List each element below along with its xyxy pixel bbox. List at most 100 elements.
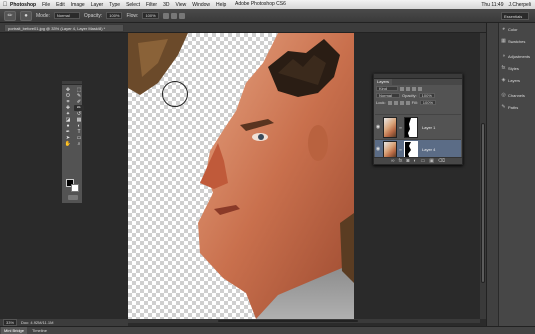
menu-layer[interactable]: Layer xyxy=(91,2,104,8)
document-canvas[interactable] xyxy=(128,33,354,319)
bottom-panel-tabs: Mini Bridge Timeline xyxy=(0,326,535,334)
horizontal-scrollbar[interactable] xyxy=(128,319,480,323)
menu-image[interactable]: Image xyxy=(71,2,85,8)
visibility-eye-icon[interactable]: ◉ xyxy=(375,124,381,130)
adjustments-icon: ◑ xyxy=(501,53,506,59)
portrait-image xyxy=(128,33,354,319)
mask-link-icon[interactable]: ∞ xyxy=(399,147,402,152)
zoom-field[interactable]: 33% xyxy=(3,319,18,326)
menu-view[interactable]: View xyxy=(176,2,187,8)
dock-icon-strip xyxy=(486,23,498,326)
lock-transparent-icon[interactable] xyxy=(387,100,392,105)
tab-mini-bridge[interactable]: Mini Bridge xyxy=(1,327,28,334)
filter-type-icon[interactable] xyxy=(412,86,416,91)
airbrush-icon[interactable] xyxy=(162,12,169,19)
dock-item-label: Paths xyxy=(508,104,519,110)
app-menu[interactable]: Photoshop xyxy=(10,2,36,8)
opacity-label: Opacity: xyxy=(402,93,417,98)
fx-icon[interactable]: fx xyxy=(399,158,403,164)
apple-icon[interactable]:  xyxy=(0,2,10,8)
menu-filter[interactable]: Filter xyxy=(146,2,157,8)
lock-image-icon[interactable] xyxy=(393,100,398,105)
pressure-icon[interactable] xyxy=(170,12,177,19)
layers-footer: ∞ fx ◙ ◐ ▭ ▣ ⌫ xyxy=(374,157,462,164)
layer-name[interactable]: Layer 1 xyxy=(422,125,435,130)
hand-icon[interactable]: ✋ xyxy=(63,141,73,147)
user-name[interactable]: J.Cherpeli xyxy=(508,2,531,8)
menu-file[interactable]: File xyxy=(42,2,50,8)
new-layer-icon[interactable]: ▣ xyxy=(429,158,434,164)
dock-item-label: Adjustments xyxy=(508,53,531,59)
document-tab[interactable]: portrait_before01.jpg @ 33% (Layer 4, La… xyxy=(4,24,124,32)
layer-mask-thumbnail[interactable] xyxy=(404,140,418,158)
mask-link-icon[interactable]: ∞ xyxy=(399,125,402,130)
flow-label: Flow: xyxy=(126,12,139,19)
filter-adjust-icon[interactable] xyxy=(406,86,410,91)
menu-select[interactable]: Select xyxy=(126,2,140,8)
layer-opacity-field[interactable]: 100% xyxy=(418,93,435,98)
dock-item-label: Channels xyxy=(508,92,525,98)
swatches-icon: ▦ xyxy=(501,38,506,44)
layer-filter-select[interactable]: Kind xyxy=(376,86,398,91)
toolbox: ✥ ⬚ ʘ ✎ ⌗ ✐ ✚ ✏ ✦ ↺ ◪ ▦ ● ◐ ✒ T ➤ ▭ ✋ ⌕ xyxy=(61,80,84,204)
options-bar: ✏ ● Mode: Normal Opacity: 100% Flow: 100… xyxy=(0,9,535,23)
layer-name[interactable]: Layer 4 xyxy=(422,147,435,152)
lock-position-icon[interactable] xyxy=(399,100,404,105)
opacity-field[interactable]: 100% xyxy=(106,12,123,19)
dock-item-label: Styles xyxy=(508,65,519,71)
doc-size[interactable]: Doc: 4.92M/11.1M xyxy=(21,320,53,325)
opacity-label: Opacity: xyxy=(83,12,103,19)
brush-cursor xyxy=(162,81,188,107)
layer-thumbnail xyxy=(383,140,397,158)
pressure-size-icon[interactable] xyxy=(178,12,185,19)
clock: Thu 11:49 xyxy=(481,1,504,8)
panel-dock: ◕ Color ▦ Swatches ◑ Adjustments fx Styles ◈ Laye… xyxy=(498,23,535,326)
dock-item-adjustments[interactable]: ◑ Adjustments xyxy=(499,50,535,62)
mask-icon[interactable]: ◙ xyxy=(406,158,409,164)
dock-item-channels[interactable]: ◎ Channels xyxy=(499,89,535,101)
zoom-icon[interactable]: ⌕ xyxy=(74,141,84,147)
layer-row-1[interactable]: ◉ ∞ Layer 1 xyxy=(375,114,461,139)
menu-type[interactable]: Type xyxy=(109,2,120,8)
blend-mode-select[interactable]: Normal xyxy=(376,93,400,98)
layer-row-4[interactable]: ◉ ∞ Layer 4 xyxy=(375,139,461,158)
dock-item-styles[interactable]: fx Styles xyxy=(499,62,535,74)
mode-label: Mode: xyxy=(36,12,50,19)
lock-all-icon[interactable] xyxy=(405,100,410,105)
adjustment-icon[interactable]: ◐ xyxy=(413,158,416,164)
styles-icon: fx xyxy=(501,65,506,71)
layer-thumbnail xyxy=(383,116,397,138)
visibility-eye-icon[interactable]: ◉ xyxy=(375,146,381,152)
brush-preset-icon[interactable]: ● xyxy=(20,10,32,21)
layers-panel: Layers Kind Normal Opacity: 100% Lock: F… xyxy=(373,73,463,165)
tab-layers[interactable]: Layers xyxy=(374,79,393,85)
filter-pixel-icon[interactable] xyxy=(400,86,404,91)
horizontal-scroll-thumb[interactable] xyxy=(218,320,358,322)
dock-item-label: Color xyxy=(508,26,518,32)
mode-select[interactable]: Normal xyxy=(53,12,80,19)
link-icon[interactable]: ∞ xyxy=(391,158,395,164)
layer-fill-field[interactable]: 100% xyxy=(419,100,437,105)
paths-icon: ✎ xyxy=(501,104,506,110)
flow-field[interactable]: 100% xyxy=(142,12,159,19)
layer-mask-thumbnail[interactable] xyxy=(404,116,418,138)
dock-item-color[interactable]: ◕ Color xyxy=(499,23,535,35)
dock-item-label: Swatches xyxy=(508,38,526,44)
vertical-scroll-thumb[interactable] xyxy=(481,123,485,283)
dock-item-layers[interactable]: ◈ Layers xyxy=(499,74,535,86)
trash-icon[interactable]: ⌫ xyxy=(438,158,445,164)
menu-window[interactable]: Window xyxy=(192,2,210,8)
tab-timeline[interactable]: Timeline xyxy=(29,327,50,334)
dock-item-paths[interactable]: ✎ Paths xyxy=(499,101,535,113)
dock-item-swatches[interactable]: ▦ Swatches xyxy=(499,35,535,47)
quick-mask-button[interactable] xyxy=(68,195,78,200)
menu-edit[interactable]: Edit xyxy=(56,2,65,8)
menu-3d[interactable]: 3D xyxy=(163,2,169,8)
menu-help[interactable]: Help xyxy=(216,2,226,8)
lock-label: Lock: xyxy=(376,100,386,105)
background-color-swatch[interactable] xyxy=(71,184,79,192)
workspace-switcher[interactable]: Essentials xyxy=(501,12,529,20)
group-icon[interactable]: ▭ xyxy=(420,158,425,164)
filter-shape-icon[interactable] xyxy=(418,86,422,91)
tool-preset-icon[interactable]: ✏ xyxy=(4,10,16,21)
